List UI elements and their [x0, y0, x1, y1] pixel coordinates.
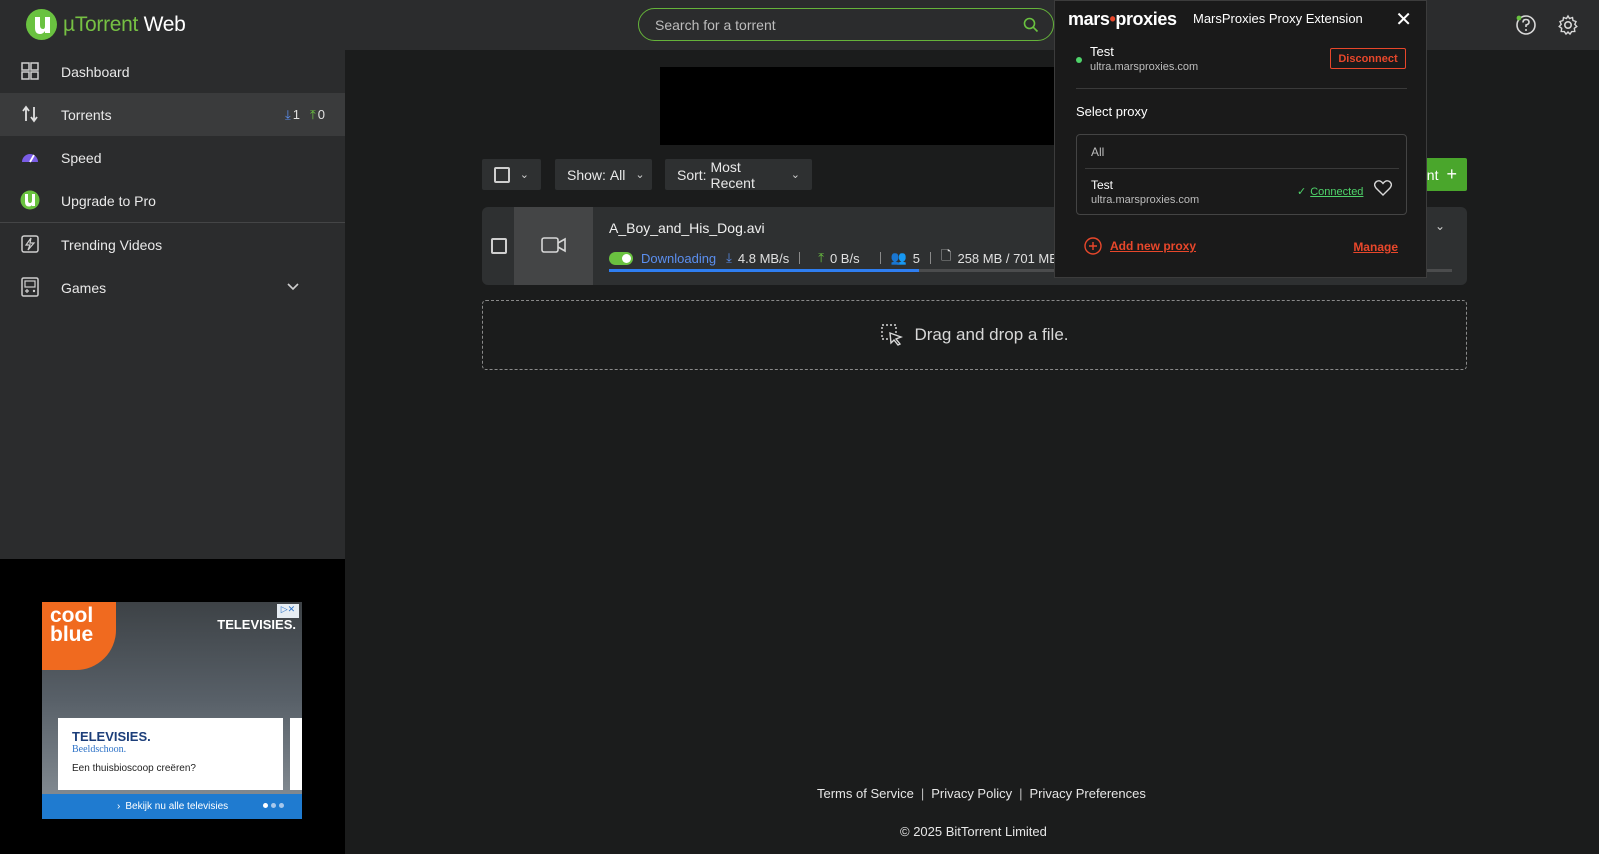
checkmark-icon: ✓ — [1297, 186, 1307, 198]
chevron-down-icon[interactable] — [287, 283, 299, 291]
upload-speed: 0 B/s — [829, 250, 860, 266]
chevron-down-icon: ⌄ — [635, 169, 645, 181]
ad-choices-icon[interactable]: ▷✕ — [277, 604, 299, 618]
sidebar-item-torrents[interactable]: Torrents ⤓ 1 ⤒ 0 — [0, 93, 345, 136]
privacy-preferences-link[interactable]: Privacy Preferences — [1030, 786, 1146, 801]
footer-links: Terms of Service | Privacy Policy | Privac… — [817, 786, 1146, 801]
torrent-stats: Downloading ⤓ 4.8 MB/s ⤒ 0 B/s 👥 5 🗋 258… — [609, 247, 1079, 269]
ad-card-text: Een thuisbioscoop creëren? — [72, 763, 196, 774]
video-camera-icon — [541, 237, 566, 253]
banner-placeholder — [660, 67, 1055, 145]
search-box[interactable] — [638, 8, 1054, 41]
speedometer-icon — [22, 154, 38, 163]
proxy-filter-all[interactable]: All — [1091, 145, 1104, 159]
torrent-toggle[interactable] — [609, 251, 633, 265]
popup-title: MarsProxies Proxy Extension — [1193, 11, 1363, 26]
close-icon[interactable]: ✕ — [1395, 7, 1412, 32]
plus-circle-icon — [1084, 237, 1102, 255]
app-logo[interactable]: µTorrent Web — [26, 9, 186, 40]
marsproxies-popup: mars•proxies MarsProxies Proxy Extension… — [1054, 0, 1427, 278]
dashboard-icon — [21, 62, 39, 80]
divider — [1076, 88, 1407, 89]
proxy-item-name[interactable]: Test — [1091, 178, 1113, 192]
ad-carousel-dots — [263, 803, 284, 808]
disconnect-button[interactable]: Disconnect — [1330, 48, 1406, 69]
ad-card-next — [290, 718, 302, 790]
chevron-down-icon[interactable]: ⌄ — [1435, 219, 1445, 233]
add-new-proxy-link[interactable]: Add new proxy — [1084, 237, 1196, 255]
chevron-right-icon: › — [117, 801, 121, 812]
connected-proxy-name: Test — [1090, 44, 1114, 59]
chevron-down-icon: ⌄ — [519, 169, 529, 181]
connected-status-dot — [1076, 57, 1082, 63]
torrent-status: Downloading — [641, 250, 717, 266]
utorrent-logo-icon — [26, 9, 57, 40]
trending-videos-icon — [21, 235, 39, 253]
checkbox[interactable] — [494, 166, 510, 183]
sidebar: Dashboard Torrents ⤓ 1 ⤒ 0 Speed Upgrade t… — [0, 50, 345, 559]
torrent-size: 258 MB / 701 MB — [957, 250, 1058, 266]
drag-file-icon — [881, 324, 904, 346]
select-all-dropdown[interactable]: ⌄ — [482, 159, 541, 190]
sidebar-item-label: Games — [61, 279, 107, 296]
sidebar-item-trending-videos[interactable]: Trending Videos — [0, 223, 345, 266]
peers-icon: 👥 — [890, 250, 907, 265]
sidebar-item-games[interactable]: Games — [0, 266, 345, 309]
file-icon: 🗋 — [941, 248, 952, 263]
drop-zone[interactable]: Drag and drop a file. — [482, 300, 1467, 370]
transfer-arrows-icon — [22, 105, 38, 123]
select-proxy-label: Select proxy — [1076, 104, 1148, 119]
proxy-item-host: ultra.marsproxies.com — [1091, 194, 1200, 206]
chevron-down-icon: ⌄ — [790, 169, 800, 181]
sidebar-item-speed[interactable]: Speed — [0, 136, 345, 179]
terms-link[interactable]: Terms of Service — [817, 786, 914, 801]
divider — [1085, 168, 1399, 169]
torrent-checkbox[interactable] — [491, 238, 507, 254]
ad-card-title: TELEVISIES. — [72, 729, 151, 744]
sidebar-item-label: Dashboard — [61, 63, 130, 80]
sidebar-item-label: Torrents — [61, 106, 112, 123]
sort-dropdown[interactable]: Sort: Most Recent ⌄ — [665, 159, 812, 191]
upload-count: ⤒ 0 — [310, 106, 325, 122]
torrent-thumbnail — [514, 207, 593, 285]
progress-fill — [609, 269, 920, 272]
torrent-counts: ⤓ 1 ⤒ 0 — [285, 107, 325, 123]
app-title: µTorrent Web — [63, 12, 186, 36]
marsproxies-logo: mars•proxies — [1068, 9, 1177, 29]
copyright: © 2025 BitTorrent Limited — [900, 824, 1047, 839]
show-filter-dropdown[interactable]: Show: All ⌄ — [555, 159, 652, 190]
search-icon[interactable] — [1023, 17, 1039, 33]
heart-icon[interactable] — [1374, 180, 1392, 196]
manage-link[interactable]: Manage — [1353, 240, 1398, 254]
settings-gear-icon[interactable] — [1557, 14, 1579, 36]
connected-proxy-host: ultra.marsproxies.com — [1090, 61, 1199, 73]
sidebar-item-upgrade[interactable]: Upgrade to Pro — [0, 179, 345, 222]
download-arrow-icon: ⤓ — [726, 250, 732, 265]
utorrent-logo-icon — [20, 190, 40, 210]
games-icon — [21, 277, 39, 297]
torrent-name[interactable]: A_Boy_and_His_Dog.avi — [609, 220, 765, 236]
sidebar-item-label: Speed — [61, 149, 102, 166]
ad-card-subtitle: Beeldschoon. — [72, 744, 127, 755]
proxy-connected-status[interactable]: ✓ Connected — [1297, 185, 1363, 198]
privacy-link[interactable]: Privacy Policy — [931, 786, 1012, 801]
search-input[interactable] — [655, 16, 1015, 33]
sidebar-item-label: Upgrade to Pro — [61, 192, 156, 209]
sidebar-item-dashboard[interactable]: Dashboard — [0, 50, 345, 93]
upload-arrow-icon: ⤒ — [818, 250, 824, 265]
ad-headline: TELEVISIES. — [217, 617, 296, 632]
plus-icon: + — [1446, 164, 1457, 184]
sidebar-item-label: Trending Videos — [61, 236, 163, 253]
proxy-list: All Test ultra.marsproxies.com ✓ Connecte… — [1076, 134, 1407, 215]
advertisement[interactable]: cool blue ▷✕ TELEVISIES. TELEVISIES. Beel… — [42, 602, 302, 819]
peer-count: 5 — [912, 250, 921, 266]
ad-cta[interactable]: › Bekijk nu alle televisies — [42, 794, 302, 819]
download-speed: 4.8 MB/s — [737, 250, 790, 266]
ad-card[interactable]: TELEVISIES. Beeldschoon. Een thuisbiosco… — [58, 718, 283, 790]
download-count: ⤓ 1 — [285, 106, 301, 122]
help-icon[interactable] — [1515, 14, 1537, 36]
